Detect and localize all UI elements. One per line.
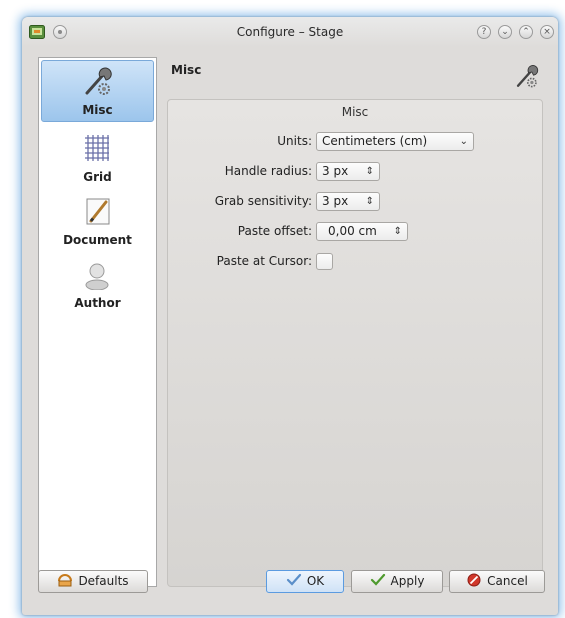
ok-button[interactable]: OK xyxy=(266,570,344,593)
units-dropdown[interactable]: Centimeters (cm) ⌄ xyxy=(316,132,474,151)
sidebar-item-grid[interactable]: Grid xyxy=(41,128,154,190)
units-label: Units: xyxy=(277,134,312,148)
grab-sensitivity-value: 3 px xyxy=(322,194,349,208)
checkmark-icon xyxy=(370,573,385,586)
sidebar-item-label: Misc xyxy=(82,103,113,117)
page-title: Misc xyxy=(171,63,202,77)
help-button[interactable]: ? xyxy=(477,25,491,39)
paste-offset-value: 0,00 cm xyxy=(328,224,377,238)
handle-radius-spinbox[interactable]: 3 px ⇕ xyxy=(316,162,380,181)
minimize-icon: ⌄ xyxy=(501,27,509,37)
cancel-icon xyxy=(467,573,481,587)
defaults-button[interactable]: Defaults xyxy=(38,570,148,593)
handle-radius-label: Handle radius: xyxy=(224,164,312,178)
pencil-document-icon xyxy=(86,198,110,225)
cancel-label: Cancel xyxy=(487,574,528,588)
close-button[interactable]: × xyxy=(540,25,554,39)
wrench-icon xyxy=(516,65,539,88)
units-value: Centimeters (cm) xyxy=(322,134,428,148)
sidebar-item-misc[interactable]: Misc xyxy=(41,60,154,122)
grid-icon xyxy=(85,135,109,161)
sidebar-item-label: Grid xyxy=(83,170,112,184)
sidebar-item-label: Document xyxy=(63,233,132,247)
person-icon xyxy=(85,263,109,290)
title-bar[interactable]: Configure – Stage ? ⌄ ⌃ × xyxy=(22,17,558,47)
defaults-label: Defaults xyxy=(78,574,129,588)
spin-arrows-icon[interactable]: ⇕ xyxy=(366,163,374,180)
close-icon: × xyxy=(543,27,551,37)
apply-button[interactable]: Apply xyxy=(351,570,443,593)
help-icon: ? xyxy=(481,27,487,37)
checkmark-icon xyxy=(286,573,301,586)
grab-sensitivity-spinbox[interactable]: 3 px ⇕ xyxy=(316,192,380,211)
maximize-button[interactable]: ⌃ xyxy=(519,25,533,39)
sidebar-item-label: Author xyxy=(74,296,121,310)
configure-dialog: Configure – Stage ? ⌄ ⌃ × Misc Grid Docu… xyxy=(22,17,558,615)
group-title: Misc xyxy=(341,105,369,119)
sidebar-item-author[interactable]: Author xyxy=(41,254,154,316)
paste-at-cursor-checkbox[interactable] xyxy=(316,253,333,270)
maximize-icon: ⌃ xyxy=(522,27,530,37)
minimize-button[interactable]: ⌄ xyxy=(498,25,512,39)
wrench-icon xyxy=(85,67,112,95)
apply-label: Apply xyxy=(390,574,425,588)
paste-offset-spinbox[interactable]: 0,00 cm ⇕ xyxy=(316,222,408,241)
cancel-button[interactable]: Cancel xyxy=(449,570,545,593)
page-list: Misc Grid Document Author xyxy=(38,57,157,587)
paste-at-cursor-label: Paste at Cursor: xyxy=(216,254,312,268)
misc-group-box: Misc Units: Centimeters (cm) ⌄ Handle ra… xyxy=(167,99,543,587)
spin-arrows-icon[interactable]: ⇕ xyxy=(394,223,402,240)
spin-arrows-icon[interactable]: ⇕ xyxy=(366,193,374,210)
restore-defaults-icon xyxy=(58,574,73,587)
chevron-down-icon: ⌄ xyxy=(459,136,468,147)
paste-offset-label: Paste offset: xyxy=(237,224,312,238)
handle-radius-value: 3 px xyxy=(322,164,349,178)
grab-sensitivity-label: Grab sensitivity: xyxy=(214,194,312,208)
sidebar-item-document[interactable]: Document xyxy=(41,191,154,253)
ok-label: OK xyxy=(306,574,325,588)
